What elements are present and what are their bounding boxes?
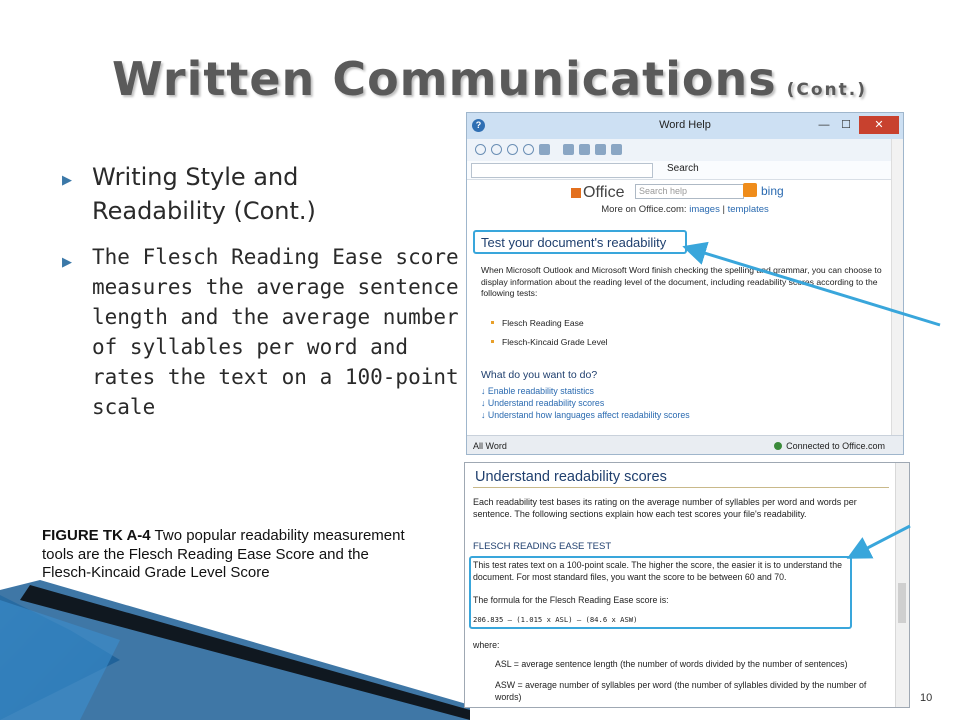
forward-icon[interactable] <box>491 144 502 155</box>
help-link-text[interactable]: Enable readability statistics <box>488 386 594 396</box>
home-icon[interactable] <box>539 144 550 155</box>
bullet-arrow-icon: ▶ <box>62 173 72 188</box>
connected-icon <box>774 442 783 450</box>
more-on-office: More on Office.com: images | templates <box>467 204 903 215</box>
print-icon[interactable] <box>563 144 574 155</box>
readability-scores-window: Understand readability scores Each reada… <box>464 462 910 708</box>
decorative-wedge <box>0 580 470 720</box>
formula-intro: The formula for the Flesch Reading Ease … <box>473 595 669 605</box>
help-link-enable[interactable]: ↓ Enable readability statistics <box>481 386 594 396</box>
flesch-subheading: FLESCH READING EASE TEST <box>473 541 612 552</box>
flesch-description: This test rates text on a 100-point scal… <box>473 560 843 582</box>
connection-status-text: Connected to Office.com <box>786 441 885 451</box>
office-logo-text: Office <box>583 184 625 201</box>
page-number: 10 <box>920 692 933 704</box>
connection-status[interactable]: Connected to Office.com <box>774 441 885 451</box>
help-search-input[interactable]: Search help <box>635 184 744 199</box>
test-list-item: Flesch Reading Ease <box>491 318 584 328</box>
minimize-button[interactable]: — <box>813 116 835 134</box>
stop-icon[interactable] <box>507 144 518 155</box>
help-link-text[interactable]: Understand how languages affect readabil… <box>488 410 690 420</box>
slide-title: Written Communications (Cont.) <box>112 52 932 106</box>
section-title: Test your document's readability <box>481 235 667 250</box>
templates-link[interactable]: templates <box>728 204 769 215</box>
section-title-highlight: Test your document's readability <box>473 230 687 254</box>
search-row: Search <box>467 161 903 180</box>
status-scope[interactable]: All Word <box>473 441 507 451</box>
more-on-label: More on Office.com: <box>601 204 687 215</box>
keep-on-top-icon[interactable] <box>611 144 622 155</box>
what-do-heading: What do you want to do? <box>481 369 598 381</box>
scrollbar-thumb[interactable] <box>898 583 906 623</box>
scrollbar[interactable] <box>891 139 903 439</box>
link-separator: | <box>719 204 728 215</box>
search-input[interactable] <box>471 163 653 178</box>
help-paragraph: When Microsoft Outlook and Microsoft Wor… <box>481 265 882 298</box>
caption-label: FIGURE TK A-4 <box>42 527 151 544</box>
help-link-languages[interactable]: ↓ Understand how languages affect readab… <box>481 410 690 420</box>
flesch-formula: 206.835 – (1.015 x ASL) – (84.6 x ASW) <box>473 615 638 624</box>
where-label: where: <box>473 640 500 650</box>
help-link-understand[interactable]: ↓ Understand readability scores <box>481 398 604 408</box>
asw-definition: ASW = average number of syllables per wo… <box>495 680 867 702</box>
readability-intro: Each readability test bases its rating o… <box>473 497 857 519</box>
word-help-window: ? Word Help — ☐ ✕ Search Office Search h… <box>466 112 904 455</box>
heading-rule <box>473 487 889 488</box>
close-button[interactable]: ✕ <box>859 116 899 134</box>
office-logo-icon <box>571 188 581 198</box>
search-button[interactable]: Search <box>667 163 699 174</box>
status-bar: All Word Connected to Office.com <box>467 435 903 454</box>
test-list-item: Flesch-Kincaid Grade Level <box>491 337 608 347</box>
asl-definition: ASL = average sentence length (the numbe… <box>495 659 848 669</box>
bing-logo: bing <box>761 184 784 198</box>
scrollbar[interactable] <box>895 463 909 707</box>
office-logo: Office <box>571 184 625 202</box>
office-search-row: Office Search help bing More on Office.c… <box>467 179 903 219</box>
refresh-icon[interactable] <box>523 144 534 155</box>
help-link-text[interactable]: Understand readability scores <box>488 398 604 408</box>
help-toolbar <box>467 139 903 162</box>
slide-title-main: Written Communications <box>112 52 777 106</box>
font-size-icon[interactable] <box>579 144 590 155</box>
readability-heading: Understand readability scores <box>475 469 667 485</box>
help-search-icon[interactable] <box>743 183 757 197</box>
slide-title-suffix: (Cont.) <box>786 80 867 100</box>
bullet-text: Writing Style and Readability (Cont.) <box>92 163 316 225</box>
window-titlebar: ? Word Help — ☐ ✕ <box>467 113 903 139</box>
figure-caption: FIGURE TK A-4 Two popular readability me… <box>42 527 412 583</box>
back-icon[interactable] <box>475 144 486 155</box>
maximize-button[interactable]: ☐ <box>835 116 857 134</box>
bullet-text: The Flesch Reading Ease score measures t… <box>92 245 459 419</box>
bullet-arrow-icon: ▶ <box>62 255 72 270</box>
images-link[interactable]: images <box>689 204 720 215</box>
toc-icon[interactable] <box>595 144 606 155</box>
